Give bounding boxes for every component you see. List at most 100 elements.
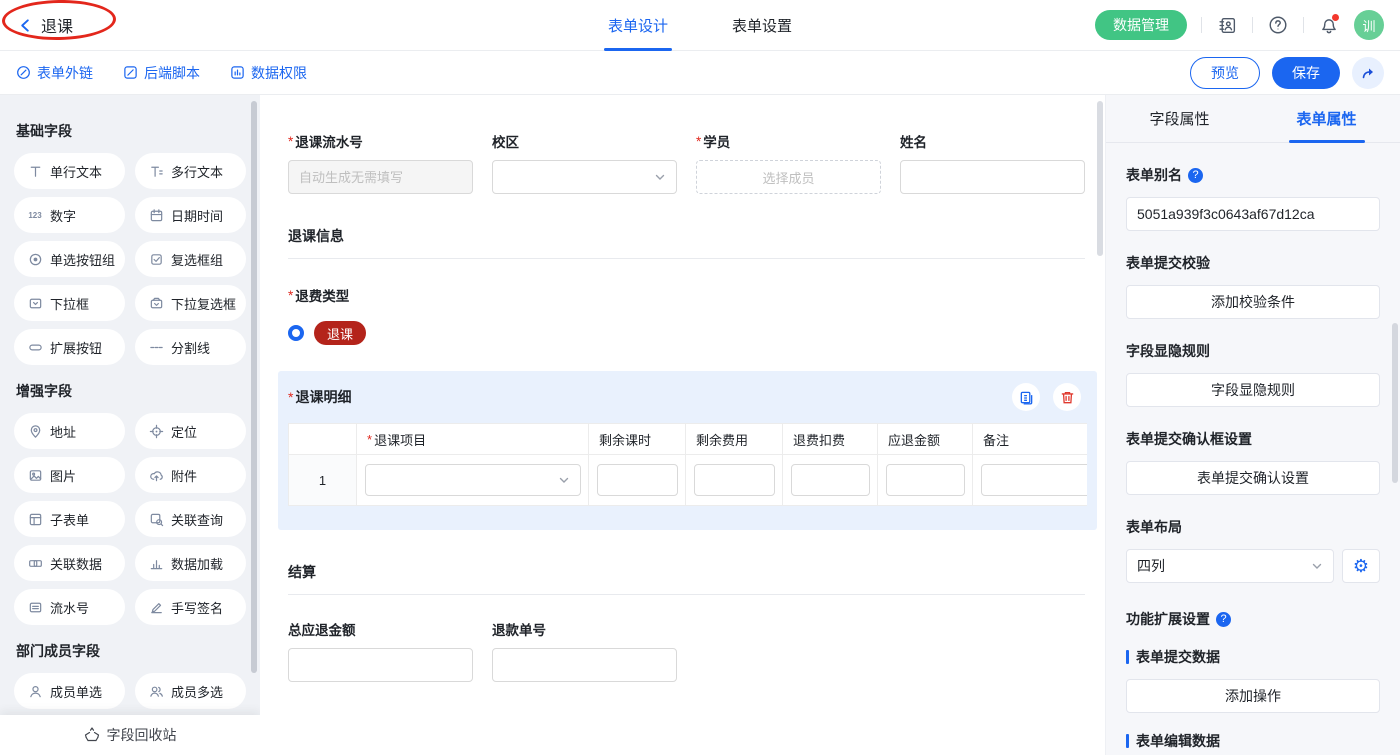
serial-number-input[interactable] xyxy=(288,160,473,194)
add-validation-button[interactable]: 添加校验条件 xyxy=(1126,285,1380,319)
cell-select-退课项目[interactable] xyxy=(365,464,581,496)
table-cell xyxy=(589,455,686,505)
datetime-icon xyxy=(148,207,164,223)
sidebar-item-关联数据[interactable]: 关联数据 xyxy=(14,545,125,581)
total-refund-input[interactable] xyxy=(288,648,473,682)
relation-query-icon xyxy=(148,511,164,527)
field-label: 退款单号 xyxy=(492,619,677,639)
subform-refund-detail[interactable]: 退课明细 退课项目剩余课时剩余费用退费扣费应退金额备注1 xyxy=(278,371,1097,530)
sidebar-item-数据加载[interactable]: 数据加载 xyxy=(135,545,246,581)
data-manage-button[interactable]: 数据管理 xyxy=(1095,10,1187,40)
help-icon[interactable] xyxy=(1267,14,1289,36)
sidebar-item-扩展按钮[interactable]: 扩展按钮 xyxy=(14,329,125,365)
form-alias-label: 表单别名 ? xyxy=(1126,165,1380,185)
divider xyxy=(1201,17,1202,33)
sidebar-item-附件[interactable]: 附件 xyxy=(135,457,246,493)
header-actions: 数据管理 训 xyxy=(1095,10,1400,40)
delete-subform-button[interactable] xyxy=(1053,383,1081,411)
form-layout-select[interactable]: 四列 xyxy=(1126,549,1334,583)
form-toolbar: 表单外链 后端脚本 数据权限 预览 保存 xyxy=(0,51,1400,95)
refund-order-input[interactable] xyxy=(492,648,677,682)
back-icon[interactable] xyxy=(18,18,33,33)
recycle-bin-label: 字段回收站 xyxy=(107,725,177,745)
submit-confirm-button[interactable]: 表单提交确认设置 xyxy=(1126,461,1380,495)
cell-input-备注[interactable] xyxy=(981,464,1088,496)
tab-form-settings[interactable]: 表单设置 xyxy=(728,0,796,51)
avatar[interactable]: 训 xyxy=(1354,10,1384,40)
sidebar-item-label: 复选框组 xyxy=(171,250,223,269)
sidebar-item-成员多选[interactable]: 成员多选 xyxy=(135,673,246,709)
sidebar-item-定位[interactable]: 定位 xyxy=(135,413,246,449)
panel-scrollbar[interactable] xyxy=(1392,323,1398,483)
back-area[interactable]: 退课 xyxy=(0,13,420,37)
contacts-icon[interactable] xyxy=(1216,14,1238,36)
sidebar-item-label: 下拉复选框 xyxy=(171,294,236,313)
sidebar-item-label: 下拉框 xyxy=(50,294,89,313)
backend-script-link[interactable]: 后端脚本 xyxy=(123,63,200,83)
sidebar-item-子表单[interactable]: 子表单 xyxy=(14,501,125,537)
divider-icon xyxy=(148,339,164,355)
sidebar-item-单行文本[interactable]: 单行文本 xyxy=(14,153,125,189)
link-icon-label: 表单外链 xyxy=(37,63,93,83)
help-icon[interactable]: ? xyxy=(1216,612,1231,627)
member-single-icon xyxy=(27,683,43,699)
save-button[interactable]: 保存 xyxy=(1272,57,1340,89)
column-header-index xyxy=(289,424,357,454)
share-button[interactable] xyxy=(1352,57,1384,89)
field-visibility-button[interactable]: 字段显隐规则 xyxy=(1126,373,1380,407)
submit-data-add-button[interactable]: 添加操作 xyxy=(1126,679,1380,713)
sidebar-item-流水号[interactable]: 流水号 xyxy=(14,589,125,625)
canvas-scrollbar[interactable] xyxy=(1097,101,1103,256)
sidebar-section-title: 增强字段 xyxy=(16,381,246,401)
column-header-备注: 备注 xyxy=(973,424,1087,454)
serial-number-icon xyxy=(27,599,43,615)
cell-input-剩余课时[interactable] xyxy=(597,464,678,496)
layout-settings-gear-button[interactable]: ⚙ xyxy=(1342,549,1380,583)
sidebar-item-下拉框[interactable]: 下拉框 xyxy=(14,285,125,321)
refund-type-badge[interactable]: 退课 xyxy=(314,321,366,345)
sidebar-item-日期时间[interactable]: 日期时间 xyxy=(135,197,246,233)
sidebar-scrollbar[interactable] xyxy=(251,101,257,673)
attachment-icon xyxy=(148,467,164,483)
sidebar-item-多行文本[interactable]: 多行文本 xyxy=(135,153,246,189)
signature-icon xyxy=(148,599,164,615)
sidebar-item-label: 流水号 xyxy=(50,598,89,617)
sidebar-item-地址[interactable]: 地址 xyxy=(14,413,125,449)
column-header-退费扣费: 退费扣费 xyxy=(783,424,878,454)
sidebar-item-数字[interactable]: 123数字 xyxy=(14,197,125,233)
table-cell xyxy=(878,455,973,505)
chevron-down-icon xyxy=(654,171,666,183)
sidebar-item-分割线[interactable]: 分割线 xyxy=(135,329,246,365)
sidebar-item-成员单选[interactable]: 成员单选 xyxy=(14,673,125,709)
preview-button[interactable]: 预览 xyxy=(1190,57,1260,89)
form-external-link[interactable]: 表单外链 xyxy=(16,63,93,83)
sidebar-item-label: 定位 xyxy=(171,422,197,441)
name-input[interactable] xyxy=(900,160,1085,194)
sidebar-item-关联查询[interactable]: 关联查询 xyxy=(135,501,246,537)
cell-input-应退金额[interactable] xyxy=(886,464,965,496)
member-multi-icon xyxy=(148,683,164,699)
tab-field-properties[interactable]: 字段属性 xyxy=(1106,95,1253,142)
notification-bell-icon[interactable] xyxy=(1318,14,1340,36)
select-member-button[interactable]: 选择成员 xyxy=(696,160,881,194)
table-cell xyxy=(357,455,589,505)
cell-input-剩余费用[interactable] xyxy=(694,464,775,496)
refund-type-radio-selected[interactable] xyxy=(288,325,304,341)
form-alias-input[interactable] xyxy=(1126,197,1380,231)
cell-input-退费扣费[interactable] xyxy=(791,464,870,496)
field-recycle-bin[interactable]: 字段回收站 xyxy=(0,715,260,755)
campus-select[interactable] xyxy=(492,160,677,194)
sidebar-item-复选框组[interactable]: 复选框组 xyxy=(135,241,246,277)
help-icon[interactable]: ? xyxy=(1188,168,1203,183)
sidebar-item-单选按钮组[interactable]: 单选按钮组 xyxy=(14,241,125,277)
field-label: 姓名 xyxy=(900,131,1085,151)
sidebar-item-图片[interactable]: 图片 xyxy=(14,457,125,493)
data-permission-link[interactable]: 数据权限 xyxy=(230,63,307,83)
tab-form-properties[interactable]: 表单属性 xyxy=(1253,95,1400,142)
sidebar-item-手写签名[interactable]: 手写签名 xyxy=(135,589,246,625)
tab-form-design[interactable]: 表单设计 xyxy=(604,0,672,51)
field-label: 总应退金额 xyxy=(288,619,473,639)
copy-subform-button[interactable] xyxy=(1012,383,1040,411)
sidebar-item-下拉复选框[interactable]: 下拉复选框 xyxy=(135,285,246,321)
sidebar-item-label: 数字 xyxy=(50,206,76,225)
